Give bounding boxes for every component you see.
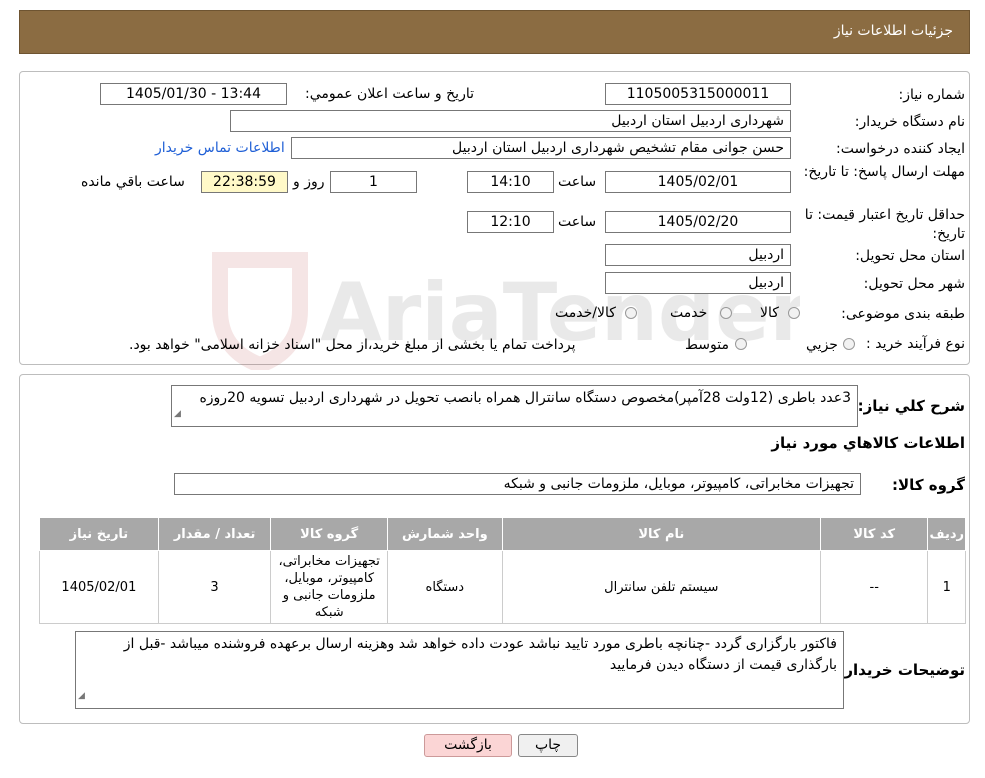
cell-quantity: 3: [157, 550, 272, 624]
need-number-label: شماره نیاز:: [898, 87, 966, 103]
deadline-date-field: 1405/02/01: [605, 171, 791, 193]
resize-grip-icon: ◢: [174, 409, 181, 419]
requester-label: ايجاد کننده درخواست:: [836, 141, 965, 157]
table-header-row: رديف کد کالا نام کالا واحد شمارش گروه کا…: [39, 517, 966, 551]
process-medium-label: متوسط: [685, 337, 729, 353]
deadline-label: مهلت ارسال پاسخ: تا تاریخ:: [803, 164, 965, 180]
process-small-label: جزيي: [806, 337, 838, 353]
buyer-notes-textarea: فاکتور بارگزاری گردد -چنانچه باطری مورد …: [75, 631, 844, 709]
summary-textarea: 3عدد باطری (12ولت 28آمپر)مخصوص دستگاه سا…: [171, 385, 858, 427]
category-both-radio[interactable]: [625, 307, 637, 319]
col-item-code: کد کالا: [819, 517, 929, 551]
process-small-radio[interactable]: [843, 338, 855, 350]
col-quantity: تعداد / مقدار: [157, 517, 272, 551]
goods-group-label: گروه کالا:: [892, 476, 965, 494]
city-field: اردبیل: [605, 272, 791, 294]
summary-text: 3عدد باطری (12ولت 28آمپر)مخصوص دستگاه سا…: [199, 390, 851, 406]
validity-label: حداقل تاریخ اعتبار قیمت: تا تاریخ:: [804, 207, 965, 242]
page-title: جزئیات اطلاعات نیاز: [833, 23, 953, 39]
buyer-notes-label: توضيحات خريدار:: [838, 661, 965, 679]
need-number-field: 1105005315000011: [605, 83, 791, 105]
cell-item-code: --: [819, 550, 929, 624]
days-label: روز و: [293, 174, 325, 190]
announce-label: تاریخ و ساعت اعلان عمومي:: [305, 86, 474, 102]
category-service-radio[interactable]: [720, 307, 732, 319]
buyer-org-field: شهرداری اردبیل استان اردبیل: [230, 110, 791, 132]
process-label: نوع فرآيند خريد :: [866, 336, 965, 352]
announce-datetime-field: 1405/01/30 - 13:44: [100, 83, 287, 105]
remaining-label: ساعت باقي مانده: [81, 174, 185, 190]
deadline-time-field: 14:10: [467, 171, 554, 193]
validity-time-field: 12:10: [467, 211, 554, 233]
col-item-name: نام کالا: [501, 517, 821, 551]
validity-date-field: 1405/02/20: [605, 211, 791, 233]
province-label: استان محل تحويل:: [855, 248, 965, 264]
validity-time-label: ساعت: [558, 214, 597, 230]
items-section-title: اطلاعات کالاهاي مورد نياز: [771, 434, 965, 452]
category-label: طبقه بندی موضوعی:: [841, 306, 965, 322]
table-row: 1 -- سیستم تلفن سانترال دستگاه تجهیزات م…: [39, 550, 966, 624]
process-medium-radio[interactable]: [735, 338, 747, 350]
col-unit: واحد شمارش: [387, 517, 503, 551]
buyer-org-label: نام دستگاه خريدار:: [854, 114, 965, 130]
category-goods-label: کالا: [760, 305, 779, 321]
buyer-notes-text: فاکتور بارگزاری گردد -چنانچه باطری مورد …: [123, 636, 837, 673]
category-service-label: خدمت: [670, 305, 708, 321]
buyer-contact-link[interactable]: اطلاعات تماس خريدار: [155, 140, 285, 156]
items-table: رديف کد کالا نام کالا واحد شمارش گروه کا…: [39, 517, 966, 624]
process-note: پرداخت تمام یا بخشی از مبلغ خرید،از محل …: [129, 337, 576, 353]
cell-item-name: سیستم تلفن سانترال: [501, 550, 821, 624]
days-field: 1: [330, 171, 417, 193]
requester-field: حسن جوانی مقام تشخیص شهرداری اردبیل استا…: [291, 137, 791, 159]
cell-unit: دستگاه: [387, 550, 503, 624]
goods-group-field: تجهیزات مخابراتی، کامپیوتر، موبایل، ملزو…: [174, 473, 861, 495]
summary-label: شرح کلي نياز:: [857, 397, 965, 415]
col-group: گروه کالا: [270, 517, 388, 551]
print-button[interactable]: چاپ: [518, 734, 578, 757]
cell-group: تجهیزات مخابراتی، کامپیوتر، موبایل، ملزو…: [270, 550, 388, 624]
category-goods-radio[interactable]: [788, 307, 800, 319]
city-label: شهر محل تحويل:: [863, 276, 965, 292]
page-header: جزئیات اطلاعات نیاز: [19, 10, 970, 54]
category-both-label: کالا/خدمت: [555, 305, 616, 321]
back-button[interactable]: بازگشت: [424, 734, 512, 757]
cell-need-date: 1405/02/01: [39, 550, 159, 624]
province-field: اردبیل: [605, 244, 791, 266]
cell-row-number: 1: [927, 550, 966, 624]
col-row-number: رديف: [927, 517, 966, 551]
resize-grip-icon: ◢: [78, 691, 85, 701]
col-need-date: تاريخ نياز: [39, 517, 159, 551]
deadline-time-label: ساعت: [558, 174, 597, 190]
remaining-time-field: 22:38:59: [201, 171, 288, 193]
